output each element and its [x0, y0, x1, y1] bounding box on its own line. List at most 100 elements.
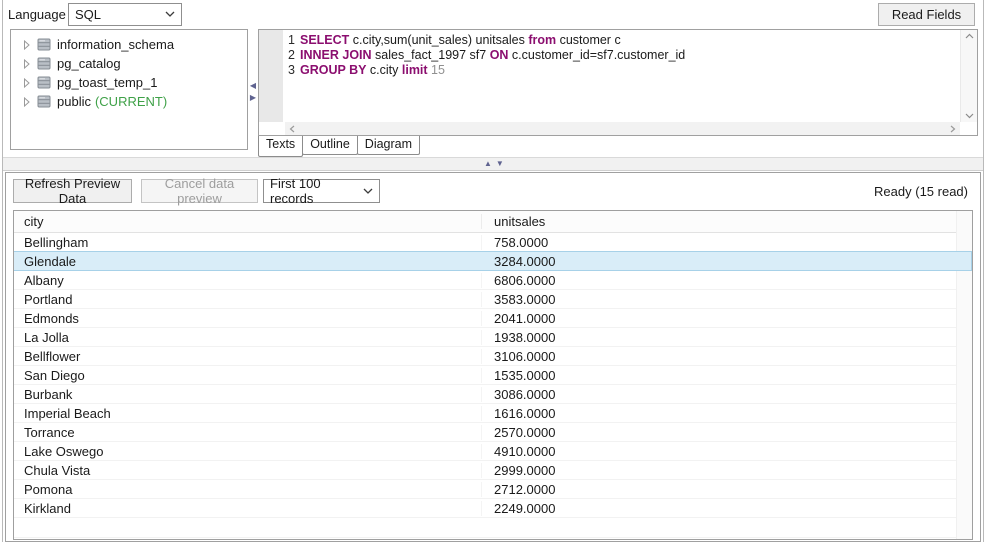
sql-editor[interactable]: 1 SELECT c.city,sum(unit_sales) unitsale…	[258, 29, 978, 136]
tree-item-information-schema[interactable]: information_schema	[11, 35, 247, 54]
sql-text: c.city,sum(unit_sales) unitsales	[349, 33, 529, 47]
cancel-preview-button[interactable]: Cancel data preview	[141, 176, 258, 206]
scroll-left-icon[interactable]	[289, 125, 295, 133]
unitsales-cell: 2041.0000	[494, 310, 556, 326]
expand-arrow-icon[interactable]	[23, 58, 37, 69]
table-row[interactable]: Imperial Beach 1616.0000	[14, 404, 972, 423]
expand-down-icon[interactable]: ▼	[496, 159, 504, 169]
collapse-left-icon[interactable]: ◀	[250, 80, 256, 91]
records-limit-select[interactable]: First 100 records	[263, 176, 380, 206]
splitter-handles[interactable]: ▲ ▼	[484, 159, 504, 169]
records-limit-value: First 100 records	[270, 176, 321, 206]
chevron-down-icon	[363, 188, 373, 195]
scroll-right-icon[interactable]	[950, 125, 956, 133]
database-icon	[37, 57, 55, 70]
unitsales-cell: 758.0000	[494, 234, 549, 250]
unitsales-cell: 4910.0000	[494, 443, 556, 459]
city-cell: La Jolla	[14, 329, 482, 345]
code-line: 1 SELECT c.city,sum(unit_sales) unitsale…	[283, 33, 959, 48]
line-number: 3	[288, 63, 295, 77]
vertical-scrollbar[interactable]	[960, 30, 977, 122]
language-select[interactable]: SQL	[68, 3, 182, 26]
table-row[interactable]: Lake Oswego 4910.0000	[14, 442, 972, 461]
scroll-up-icon[interactable]	[965, 33, 974, 39]
city-cell: Imperial Beach	[14, 405, 482, 421]
schema-tree: information_schema pg_catalog pg_toast_t…	[10, 29, 248, 150]
sql-text: customer c	[556, 33, 621, 47]
expand-right-icon[interactable]: ▶	[250, 92, 256, 103]
city-cell: Albany	[14, 272, 482, 288]
preview-panel: Refresh Preview Data Cancel data preview…	[5, 172, 981, 542]
table-row[interactable]: Albany 6806.0000	[14, 271, 972, 290]
table-row[interactable]: Portland 3583.0000	[14, 290, 972, 309]
horizontal-splitter[interactable]: ▲ ▼	[3, 157, 983, 171]
sql-text: c.city	[366, 63, 402, 77]
table-row[interactable]: Burbank 3086.0000	[14, 385, 972, 404]
expand-arrow-icon[interactable]	[23, 77, 37, 88]
chevron-down-icon	[165, 11, 175, 18]
sql-text: c.customer_id=sf7.customer_id	[508, 48, 686, 62]
tab-outline[interactable]: Outline	[302, 136, 358, 155]
table-row[interactable]: Pomona 2712.0000	[14, 480, 972, 499]
tree-item-pg-catalog[interactable]: pg_catalog	[11, 54, 247, 73]
tab-diagram[interactable]: Diagram	[356, 136, 421, 155]
refresh-preview-button[interactable]: Refresh Preview Data	[13, 176, 132, 206]
database-icon	[37, 95, 55, 108]
unitsales-cell: 3086.0000	[494, 386, 556, 402]
sql-text: sales_fact_1997 sf7	[371, 48, 490, 62]
table-row[interactable]: Chula Vista 2999.0000	[14, 461, 972, 480]
tab-texts[interactable]: Texts	[258, 136, 304, 157]
sql-keyword: limit	[401, 63, 428, 77]
unitsales-cell: 2570.0000	[494, 424, 556, 440]
tree-item-label: information_schema	[57, 37, 175, 52]
city-cell: Chula Vista	[14, 462, 482, 478]
unitsales-cell: 3284.0000	[494, 253, 556, 269]
table-row[interactable]: Torrance 2570.0000	[14, 423, 972, 442]
current-schema-badge: (CURRENT)	[94, 94, 168, 109]
city-cell: Pomona	[14, 481, 482, 497]
empty-table-row	[14, 518, 972, 538]
window-left-border	[2, 0, 3, 542]
editor-tab-bar: Texts Outline Diagram	[258, 136, 421, 157]
line-number: 1	[288, 33, 295, 47]
city-cell: Torrance	[14, 424, 482, 440]
unitsales-cell: 6806.0000	[494, 272, 556, 288]
table-row[interactable]: Bellingham 758.0000	[14, 233, 972, 252]
city-cell: Kirkland	[14, 500, 482, 516]
unitsales-cell: 3583.0000	[494, 291, 556, 307]
window-right-border	[983, 0, 984, 542]
column-header-city[interactable]: city	[14, 214, 482, 229]
city-cell: Edmonds	[14, 310, 482, 326]
expand-arrow-icon[interactable]	[23, 39, 37, 50]
city-cell: San Diego	[14, 367, 482, 383]
table-row[interactable]: La Jolla 1938.0000	[14, 328, 972, 347]
collapse-up-icon[interactable]: ▲	[484, 159, 492, 169]
table-row-selected[interactable]: Glendale 3284.0000	[14, 251, 972, 271]
table-row[interactable]: San Diego 1535.0000	[14, 366, 972, 385]
table-row[interactable]: Edmonds 2041.0000	[14, 309, 972, 328]
sql-keyword: SELECT	[300, 33, 350, 47]
table-header: city unitsales	[14, 211, 972, 233]
read-fields-button[interactable]: Read Fields	[878, 3, 975, 26]
expand-arrow-icon[interactable]	[23, 96, 37, 107]
column-header-unitsales[interactable]: unitsales	[482, 214, 972, 229]
line-number: 2	[288, 48, 295, 62]
tree-item-pg-toast-temp-1[interactable]: pg_toast_temp_1	[11, 73, 247, 92]
table-body: Bellingham 758.0000 Glendale 3284.0000 A…	[14, 233, 972, 538]
city-cell: Glendale	[24, 253, 77, 269]
vertical-splitter[interactable]: ◀ ▶	[248, 80, 258, 103]
table-row[interactable]: Kirkland 2249.0000	[14, 499, 972, 518]
unitsales-cell: 1535.0000	[494, 367, 556, 383]
sql-code-area[interactable]: 1 SELECT c.city,sum(unit_sales) unitsale…	[283, 33, 959, 78]
unitsales-cell: 2712.0000	[494, 481, 556, 497]
city-cell: Bellflower	[14, 348, 482, 364]
city-cell: Burbank	[14, 386, 482, 402]
city-cell: Lake Oswego	[14, 443, 482, 459]
tree-item-public[interactable]: public (CURRENT)	[11, 92, 247, 111]
database-icon	[37, 38, 55, 51]
sql-keyword: ON	[489, 48, 509, 62]
table-row[interactable]: Bellflower 3106.0000	[14, 347, 972, 366]
horizontal-scrollbar[interactable]	[285, 122, 960, 135]
scroll-down-icon[interactable]	[965, 113, 974, 119]
preview-table: city unitsales Bellingham 758.0000 Glend…	[13, 210, 973, 540]
